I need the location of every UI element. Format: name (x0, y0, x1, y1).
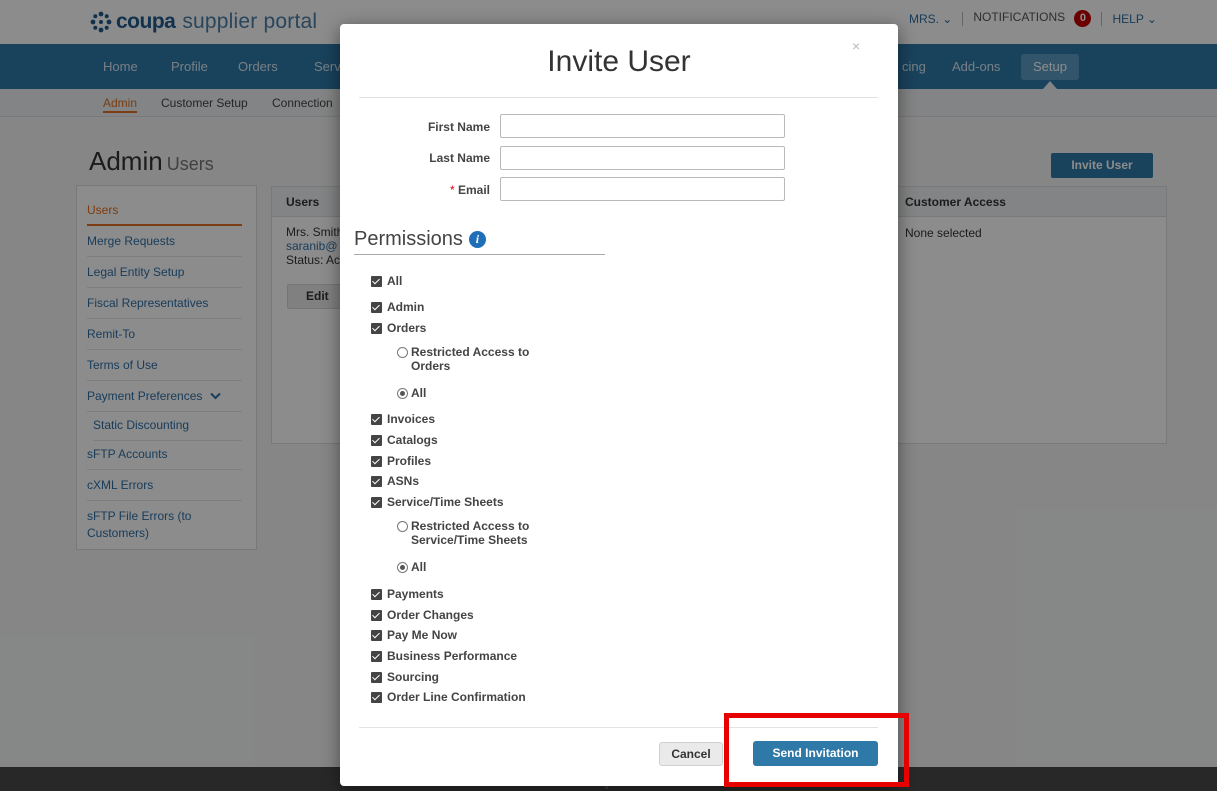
checkbox-checked-icon[interactable] (371, 609, 382, 621)
permission-business-performance[interactable]: Business Performance (371, 649, 517, 663)
first-name-label: First Name (427, 120, 490, 134)
email-label-text: Email (457, 183, 490, 197)
checkbox-checked-icon[interactable] (371, 434, 382, 446)
permission-invoices[interactable]: Invoices (371, 412, 435, 426)
permission-asns[interactable]: ASNs (371, 474, 419, 488)
divider (359, 97, 878, 98)
checkbox-checked-icon[interactable] (371, 475, 382, 487)
permission-label: Service/Time Sheets (387, 495, 504, 509)
permission-pay-me-now[interactable]: Pay Me Now (371, 628, 457, 642)
permissions-title: Permissions (354, 228, 463, 250)
radio-sheets-restricted[interactable]: Restricted Access to Service/Time Sheets (397, 519, 557, 547)
radio-orders-all[interactable]: All (397, 386, 426, 400)
permission-catalogs[interactable]: Catalogs (371, 433, 438, 447)
required-marker: * (449, 183, 455, 197)
permission-service-time-sheets[interactable]: Service/Time Sheets (371, 495, 504, 509)
permission-admin[interactable]: Admin (371, 300, 424, 314)
email-field[interactable] (500, 177, 785, 201)
permission-sourcing[interactable]: Sourcing (371, 670, 439, 684)
radio-unselected-icon[interactable] (397, 347, 408, 358)
radio-label: All (411, 386, 427, 400)
radio-selected-icon[interactable] (397, 388, 408, 399)
radio-label: Restricted Access to Orders (411, 345, 530, 373)
highlight-box (724, 713, 909, 787)
permission-label: Profiles (387, 454, 432, 468)
radio-selected-icon[interactable] (397, 562, 408, 573)
permission-label: Pay Me Now (387, 628, 458, 642)
radio-label: Restricted Access to Service/Time Sheets (411, 519, 530, 547)
checkbox-checked-icon[interactable] (371, 671, 382, 683)
permission-order-line-confirmation[interactable]: Order Line Confirmation (371, 690, 526, 704)
permission-label: Admin (387, 300, 425, 314)
radio-unselected-icon[interactable] (397, 521, 408, 532)
info-icon[interactable]: i (468, 231, 486, 248)
permission-label: Business Performance (387, 649, 518, 663)
permission-label: ASNs (387, 474, 420, 488)
invite-user-dialog: × Invite User First Name Last Name * Ema… (340, 24, 898, 786)
permission-label: Catalogs (387, 433, 438, 447)
permission-label: Order Line Confirmation (387, 690, 526, 704)
permission-label: Payments (387, 587, 444, 601)
checkbox-checked-icon[interactable] (371, 413, 382, 425)
permission-all[interactable]: All (371, 274, 402, 288)
divider (354, 254, 605, 255)
checkbox-checked-icon[interactable] (371, 588, 382, 600)
permission-label: Invoices (387, 412, 436, 426)
checkbox-checked-icon[interactable] (371, 650, 382, 662)
cancel-button[interactable]: Cancel (659, 742, 723, 766)
checkbox-checked-icon[interactable] (371, 496, 382, 508)
last-name-field[interactable] (500, 146, 785, 170)
permission-order-changes[interactable]: Order Changes (371, 608, 474, 622)
permission-orders[interactable]: Orders (371, 321, 426, 335)
permission-payments[interactable]: Payments (371, 587, 444, 601)
checkbox-checked-icon[interactable] (371, 629, 382, 641)
checkbox-checked-icon[interactable] (371, 275, 382, 287)
last-name-label: Last Name (429, 151, 490, 165)
permission-label: Order Changes (387, 608, 474, 622)
checkbox-checked-icon[interactable] (371, 322, 382, 334)
dialog-title: Invite User (547, 45, 691, 78)
radio-sheets-all[interactable]: All (397, 560, 426, 574)
radio-orders-restricted[interactable]: Restricted Access to Orders (397, 345, 557, 373)
email-label: * Email (340, 183, 490, 197)
checkbox-checked-icon[interactable] (371, 691, 382, 703)
radio-label: All (411, 560, 427, 574)
permission-label: All (387, 274, 403, 288)
permission-profiles[interactable]: Profiles (371, 454, 431, 468)
checkbox-checked-icon[interactable] (371, 455, 382, 467)
permissions-heading: Permissions i (354, 228, 486, 251)
permission-label: Sourcing (387, 670, 440, 684)
permission-label: Orders (387, 321, 427, 335)
checkbox-checked-icon[interactable] (371, 301, 382, 313)
first-name-field[interactable] (500, 114, 785, 138)
